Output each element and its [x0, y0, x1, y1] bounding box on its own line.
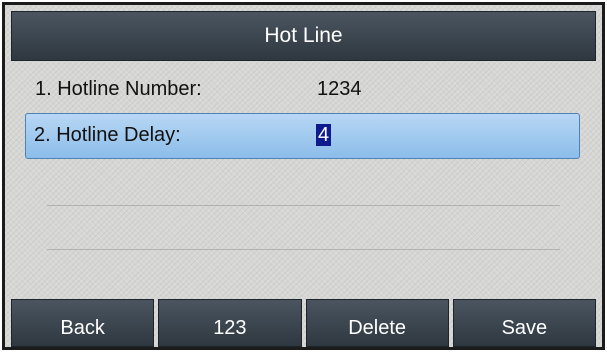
hotline-delay-value[interactable]: 4	[316, 124, 332, 146]
empty-row-divider	[47, 205, 560, 206]
hotline-number-field[interactable]: 1. Hotline Number: 1234	[25, 67, 580, 113]
softkey-bar: Back 123 Delete Save	[11, 299, 596, 347]
save-softkey[interactable]: Save	[452, 299, 596, 347]
hotline-delay-input[interactable]: 4	[316, 124, 332, 147]
page-title: Hot Line	[264, 24, 343, 47]
delete-softkey[interactable]: Delete	[305, 299, 449, 347]
hotline-delay-label: 2. Hotline Delay:	[34, 124, 181, 146]
screen: Hot Line 1. Hotline Number: 1234 2. Hotl…	[5, 5, 602, 347]
hotline-number-value[interactable]: 1234	[317, 78, 362, 101]
phone-display-frame: Hot Line 1. Hotline Number: 1234 2. Hotl…	[2, 2, 605, 350]
title-bar: Hot Line	[11, 11, 596, 61]
empty-row-divider	[47, 249, 560, 250]
input-mode-softkey[interactable]: 123	[158, 299, 302, 347]
hotline-delay-field[interactable]: 2. Hotline Delay: 4	[25, 113, 580, 159]
hotline-number-label: 1. Hotline Number:	[35, 78, 202, 100]
back-softkey[interactable]: Back	[11, 299, 155, 347]
